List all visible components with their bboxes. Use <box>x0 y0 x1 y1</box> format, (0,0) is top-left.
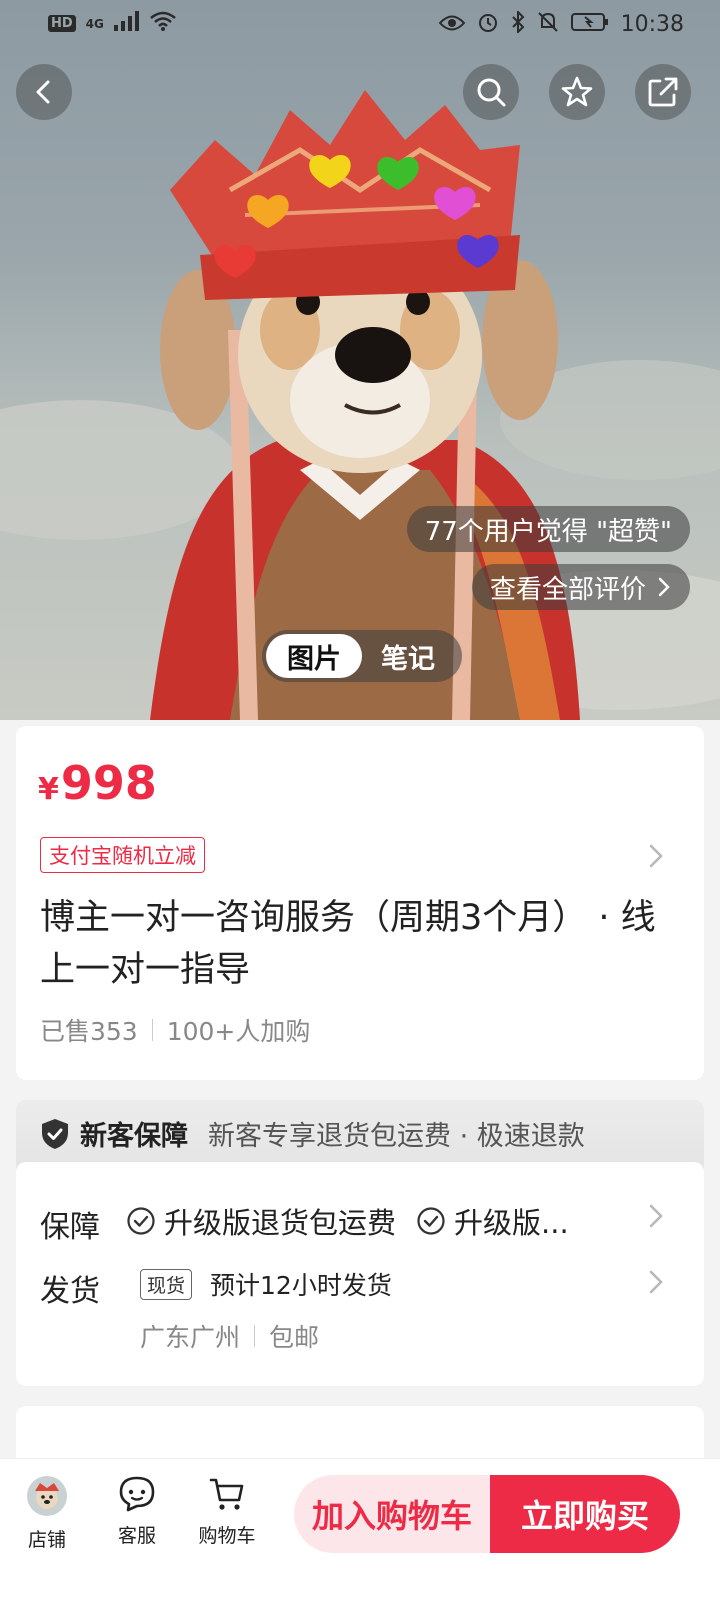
guarantee-desc: 新客专享退货包运费 · 极速退款 <box>208 1121 585 1152</box>
review-summary-text: 77个用户觉得 "超赞" <box>424 516 672 547</box>
battery-icon <box>570 12 609 37</box>
status-time: 10:38 <box>620 12 684 37</box>
promo-tag[interactable]: 支付宝随机立减 <box>40 837 205 873</box>
share-icon <box>648 77 678 107</box>
shipping-eta: 预计12小时发货 <box>210 1271 392 1300</box>
tab-notes[interactable]: 笔记 <box>362 634 454 678</box>
services-card: 保障 升级版退货包运费 升级版... 发货 现货 预计12小时发货 广东广州 包… <box>16 1162 704 1386</box>
cart-label: 购物车 <box>198 1525 256 1547</box>
chevron-right-icon[interactable] <box>648 1202 664 1230</box>
wifi-icon <box>150 11 176 36</box>
guarantee-items[interactable]: 升级版退货包运费 升级版... <box>126 1200 646 1242</box>
chevron-right-icon[interactable] <box>648 1268 664 1296</box>
tab-images[interactable]: 图片 <box>266 634 362 678</box>
product-title: 博主一对一咨询服务（周期3个月） · 线上一对一指导 <box>40 898 656 990</box>
currency-symbol: ¥ <box>38 772 59 807</box>
stock-tag: 现货 <box>140 1268 193 1300</box>
search-icon <box>477 78 506 107</box>
cart-button[interactable]: 购物车 <box>192 1475 262 1548</box>
buy-now-button[interactable]: 立即购买 <box>490 1475 680 1553</box>
review-summary-badge: 77个用户觉得 "超赞" <box>406 506 690 552</box>
4g-signal-icon: 4G <box>85 16 104 31</box>
view-all-reviews-label: 查看全部评价 <box>489 574 646 605</box>
sales-info: 已售353 100+人加购 <box>40 1012 310 1048</box>
guarantee-label: 保障 <box>40 1210 100 1245</box>
price-value: 998 <box>60 756 157 810</box>
chevron-right-icon <box>658 577 670 597</box>
shield-check-icon <box>42 1118 68 1149</box>
eye-icon <box>438 13 465 37</box>
status-bar: HD 4G 10:38 <box>0 0 720 48</box>
shipping-fee: 包邮 <box>269 1323 320 1352</box>
store-button[interactable]: 店铺 <box>12 1475 82 1552</box>
favorite-button[interactable] <box>549 64 605 120</box>
divider <box>151 1019 153 1041</box>
product-image-gallery[interactable]: HD 4G 10:38 77个用户觉得 "超赞" 查看全部评价 图片 笔记 <box>0 0 720 720</box>
chat-icon <box>119 1476 155 1512</box>
customer-service-button[interactable]: 客服 <box>102 1475 172 1548</box>
mute-icon <box>537 11 559 38</box>
origin-info: 广东广州 包邮 <box>140 1318 319 1354</box>
hd-icon: HD <box>48 15 76 32</box>
chevron-right-icon[interactable] <box>648 842 664 870</box>
back-button[interactable] <box>16 64 72 120</box>
product-info-card: ¥ 998 支付宝随机立减 博主一对一咨询服务（周期3个月） · 线上一对一指导… <box>16 726 704 1080</box>
store-avatar-icon <box>27 1476 67 1516</box>
add-to-cart-button[interactable]: 加入购物车 <box>294 1475 490 1553</box>
star-icon <box>561 76 593 107</box>
check-circle-icon <box>417 1207 445 1235</box>
check-circle-icon <box>127 1207 155 1235</box>
added-count: 100+人加购 <box>166 1017 311 1046</box>
guarantee-title: 新客保障 <box>80 1121 188 1152</box>
price: ¥ 998 <box>38 756 157 810</box>
shipping-label: 发货 <box>40 1274 100 1309</box>
divider <box>254 1325 256 1347</box>
guarantee-item-1: 升级版退货包运费 <box>164 1206 397 1240</box>
view-all-reviews-link[interactable]: 查看全部评价 <box>471 564 690 610</box>
bluetooth-icon <box>511 9 525 38</box>
signal-icon <box>113 11 140 36</box>
media-tabs: 图片 笔记 <box>262 630 462 682</box>
shipping-info[interactable]: 现货 预计12小时发货 <box>140 1266 392 1302</box>
guarantee-item-2: 升级版... <box>454 1206 569 1240</box>
store-label: 店铺 <box>27 1529 66 1551</box>
share-button[interactable] <box>635 64 691 120</box>
bottom-action-bar: 店铺 客服 购物车 加入购物车 立即购买 <box>0 1458 720 1600</box>
search-button[interactable] <box>463 64 519 120</box>
product-image <box>0 90 720 720</box>
back-arrow-icon <box>36 80 50 104</box>
shopping-cart-icon <box>209 1478 244 1510</box>
origin-location: 广东广州 <box>140 1323 241 1352</box>
service-label: 客服 <box>117 1525 156 1547</box>
sold-count: 已售353 <box>40 1017 138 1046</box>
alarm-icon <box>477 11 499 38</box>
